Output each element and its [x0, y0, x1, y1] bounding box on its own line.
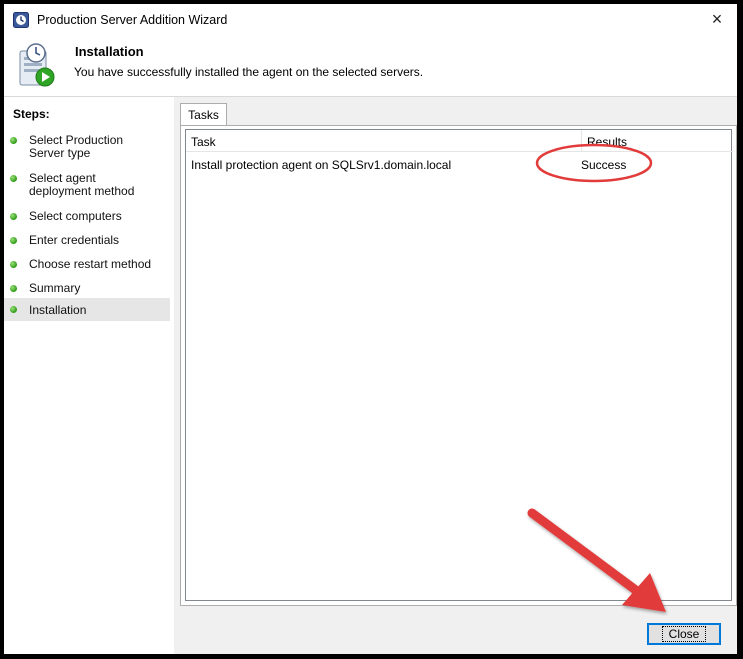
- close-button[interactable]: Close: [647, 623, 721, 645]
- step-label: Enter credentials: [29, 233, 120, 247]
- green-dot-icon: [10, 175, 17, 182]
- page-title: Installation: [75, 44, 144, 59]
- result-cell: Success: [581, 158, 627, 172]
- task-cell: Install protection agent on SQLSrv1.doma…: [191, 158, 452, 172]
- column-header-results[interactable]: Results: [582, 130, 733, 152]
- steps-panel: Steps: Select Production Server type Sel…: [4, 97, 173, 654]
- step-summary: Summary: [4, 279, 170, 299]
- step-label: Select Production Server type: [29, 133, 124, 160]
- step-label: Choose restart method: [29, 257, 152, 271]
- step-choose-restart-method: Choose restart method: [4, 255, 170, 275]
- green-dot-icon: [10, 285, 17, 292]
- green-dot-icon: [10, 137, 17, 144]
- green-dot-icon: [10, 306, 17, 313]
- step-label: Summary: [29, 281, 81, 295]
- column-header-task[interactable]: Task: [186, 130, 582, 152]
- steps-heading: Steps:: [13, 107, 50, 121]
- step-label: Select agent deployment method: [29, 171, 135, 198]
- wizard-window: Production Server Addition Wizard × Inst…: [4, 4, 737, 654]
- step-select-computers: Select computers: [4, 207, 170, 227]
- content-area: Tasks Task Results Install protection ag…: [174, 97, 737, 610]
- server-clock-install-icon: [19, 43, 55, 87]
- tasks-table: Task Results Install protection agent on…: [185, 129, 733, 601]
- step-select-production-server-type: Select Production Server type: [4, 131, 170, 161]
- step-enter-credentials: Enter credentials: [4, 231, 170, 251]
- clock-shield-icon: [13, 12, 29, 28]
- step-label: Installation: [29, 303, 87, 317]
- wizard-header: Installation You have successfully insta…: [4, 35, 737, 97]
- green-dot-icon: [10, 213, 17, 220]
- step-select-agent-deployment-method: Select agent deployment method: [4, 169, 170, 199]
- tab-tasks[interactable]: Tasks: [180, 103, 227, 126]
- green-dot-icon: [10, 261, 17, 268]
- step-label: Select computers: [29, 209, 122, 223]
- step-installation: Installation: [4, 298, 170, 321]
- green-dot-icon: [10, 237, 17, 244]
- close-button-label: Close: [661, 626, 707, 642]
- window-title: Production Server Addition Wizard: [37, 13, 228, 27]
- wizard-footer: Close: [174, 610, 737, 654]
- title-bar: Production Server Addition Wizard ×: [4, 4, 737, 35]
- tasks-tab-panel: Task Results Install protection agent on…: [180, 125, 737, 606]
- window-close-icon[interactable]: ×: [706, 9, 728, 29]
- page-subtitle: You have successfully installed the agen…: [74, 65, 424, 79]
